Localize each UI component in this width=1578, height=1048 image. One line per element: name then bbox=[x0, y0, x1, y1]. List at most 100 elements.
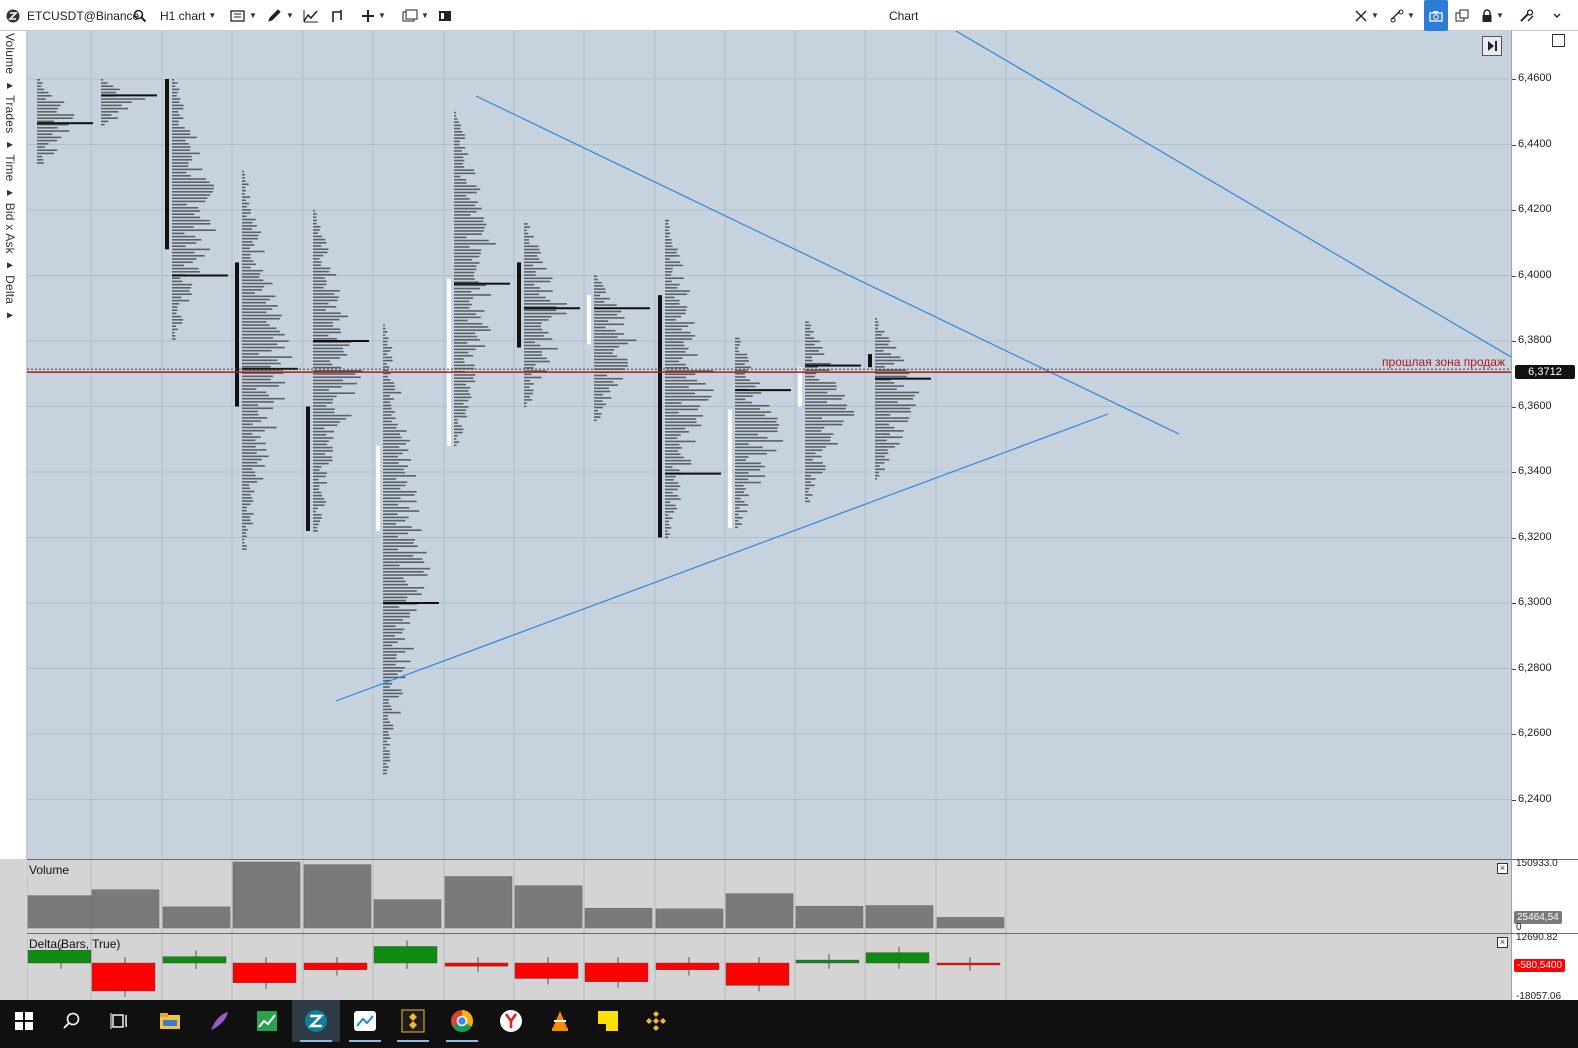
poc-line bbox=[172, 274, 228, 277]
cluster-level-bar bbox=[665, 533, 670, 536]
cluster-level-bar bbox=[313, 427, 325, 430]
task-view-icon[interactable] bbox=[96, 1000, 144, 1042]
poc-line bbox=[454, 282, 510, 285]
price-tick-mark bbox=[1512, 472, 1516, 473]
volume-panel[interactable]: Volume × bbox=[27, 859, 1511, 933]
more-menu[interactable] bbox=[1551, 0, 1563, 31]
cluster-level-bar bbox=[524, 242, 530, 244]
clone-window-icon[interactable] bbox=[1455, 0, 1469, 31]
cloud-app-icon[interactable] bbox=[341, 1000, 389, 1042]
cluster-level-bar bbox=[242, 269, 264, 272]
cluster-level-bar bbox=[524, 251, 541, 254]
link-menu[interactable]: ▼ bbox=[1390, 0, 1415, 31]
cluster-mode-selector[interactable]: Volume ▸ Trades ▸ Time ▸ Bid x Ask ▸ Del… bbox=[3, 33, 17, 322]
cluster-level-bar bbox=[172, 101, 180, 103]
cluster-level-bar bbox=[242, 442, 266, 445]
binance-app-icon[interactable] bbox=[389, 1000, 437, 1042]
delta-histogram bbox=[27, 934, 1007, 1000]
search-icon[interactable] bbox=[48, 1000, 96, 1042]
cluster-level-bar bbox=[242, 263, 256, 266]
timeframe-selector[interactable]: H1 chart ▼ bbox=[160, 0, 216, 31]
cluster-level-bar bbox=[735, 395, 753, 397]
cluster-level-bar bbox=[735, 347, 739, 349]
cluster-level-bar bbox=[242, 522, 253, 525]
cluster-level-bar bbox=[172, 152, 200, 155]
app-logo-icon[interactable] bbox=[6, 0, 20, 31]
cluster-level-bar bbox=[383, 641, 398, 644]
cluster-level-bar bbox=[242, 180, 246, 182]
close-volume-panel-icon[interactable]: × bbox=[1497, 863, 1508, 874]
cluster-level-bar bbox=[101, 104, 122, 107]
cluster-level-bar bbox=[313, 363, 333, 366]
cluster-level-bar bbox=[524, 399, 533, 401]
cluster-level-bar bbox=[524, 363, 536, 366]
add-icon[interactable]: ▼ bbox=[361, 0, 386, 31]
cluster-level-bar bbox=[665, 447, 682, 449]
cluster-level-bar bbox=[383, 631, 403, 634]
cluster-level-bar bbox=[454, 236, 467, 239]
stocks-app-icon[interactable] bbox=[243, 1000, 291, 1042]
screenshot-camera-icon[interactable] bbox=[1424, 0, 1448, 31]
template-icon[interactable] bbox=[330, 0, 344, 31]
indicators-icon[interactable] bbox=[303, 0, 319, 31]
cluster-level-bar bbox=[313, 309, 326, 311]
cluster-level-bar bbox=[383, 462, 399, 464]
layout-menu[interactable]: ▼ bbox=[402, 0, 429, 31]
cluster-level-bar bbox=[665, 488, 678, 491]
feather-app-icon[interactable] bbox=[195, 1000, 243, 1042]
sticky-notes-icon[interactable] bbox=[584, 1000, 632, 1042]
cluster-level-bar bbox=[383, 638, 405, 640]
cluster-level-bar bbox=[875, 462, 885, 464]
cluster-level-bar bbox=[875, 318, 877, 320]
close-delta-panel-icon[interactable]: × bbox=[1497, 937, 1508, 948]
drawing-tools-menu[interactable]: ▼ bbox=[267, 0, 294, 31]
cluster-level-bar bbox=[172, 335, 176, 337]
cluster-level-bar bbox=[454, 303, 472, 306]
cluster-level-bar bbox=[524, 296, 546, 299]
cluster-level-bar bbox=[313, 386, 342, 388]
cluster-level-bar bbox=[242, 413, 259, 416]
search-icon[interactable] bbox=[133, 0, 147, 31]
volume-bar bbox=[584, 907, 653, 929]
cluster-level-bar bbox=[454, 268, 477, 271]
cluster-level-bar bbox=[242, 295, 276, 298]
chrome-icon[interactable] bbox=[438, 1000, 486, 1042]
crosshair-menu[interactable]: ▼ bbox=[1354, 0, 1379, 31]
cluster-level-bar bbox=[875, 468, 885, 471]
windows-start-icon[interactable] bbox=[0, 1000, 48, 1042]
file-explorer-icon[interactable] bbox=[146, 1000, 194, 1042]
cluster-level-bar bbox=[454, 287, 481, 290]
panel-maximize-icon[interactable] bbox=[1552, 34, 1565, 47]
dom-icon[interactable] bbox=[438, 0, 452, 31]
cluster-level-bar bbox=[172, 290, 190, 292]
cluster-level-bar bbox=[735, 526, 738, 529]
lock-menu[interactable]: ▼ bbox=[1481, 0, 1504, 31]
cluster-level-bar bbox=[665, 411, 679, 414]
cluster-level-bar bbox=[383, 599, 407, 602]
cluster-level-bar bbox=[524, 347, 558, 350]
delta-panel[interactable]: Delta(Bars, True) × bbox=[27, 933, 1511, 1000]
binance-icon[interactable] bbox=[632, 1000, 680, 1042]
cluster-level-bar bbox=[313, 382, 357, 385]
atas-app-icon[interactable] bbox=[292, 1000, 340, 1042]
cluster-level-bar bbox=[524, 341, 535, 344]
cluster-level-bar bbox=[594, 365, 629, 367]
yandex-browser-icon[interactable] bbox=[487, 1000, 535, 1042]
chart-to-end-button[interactable] bbox=[1482, 36, 1502, 56]
chart-type-menu[interactable]: ▼ bbox=[230, 0, 257, 31]
settings-tools-icon[interactable] bbox=[1519, 0, 1535, 31]
cluster-level-bar bbox=[594, 339, 637, 342]
cluster-level-bar bbox=[383, 769, 388, 772]
cluster-level-bar bbox=[665, 242, 672, 244]
cluster-level-bar bbox=[454, 297, 474, 299]
price-axis[interactable]: 6,4600 6,4400 6,4200 6,4000 6,3800 6,3600 6,34… bbox=[1511, 31, 1578, 859]
cluster-level-bar bbox=[665, 482, 679, 484]
cluster-level-bar bbox=[454, 265, 477, 267]
vlc-icon[interactable] bbox=[536, 1000, 584, 1042]
main-chart-area[interactable]: прошлая зона продаж bbox=[27, 31, 1511, 859]
cluster-level-bar bbox=[313, 498, 325, 500]
cluster-level-bar bbox=[313, 440, 329, 442]
cluster-level-bar bbox=[242, 381, 285, 384]
cluster-level-bar bbox=[665, 239, 672, 241]
symbol-selector[interactable]: ETCUSDT@Binance bbox=[27, 0, 139, 31]
